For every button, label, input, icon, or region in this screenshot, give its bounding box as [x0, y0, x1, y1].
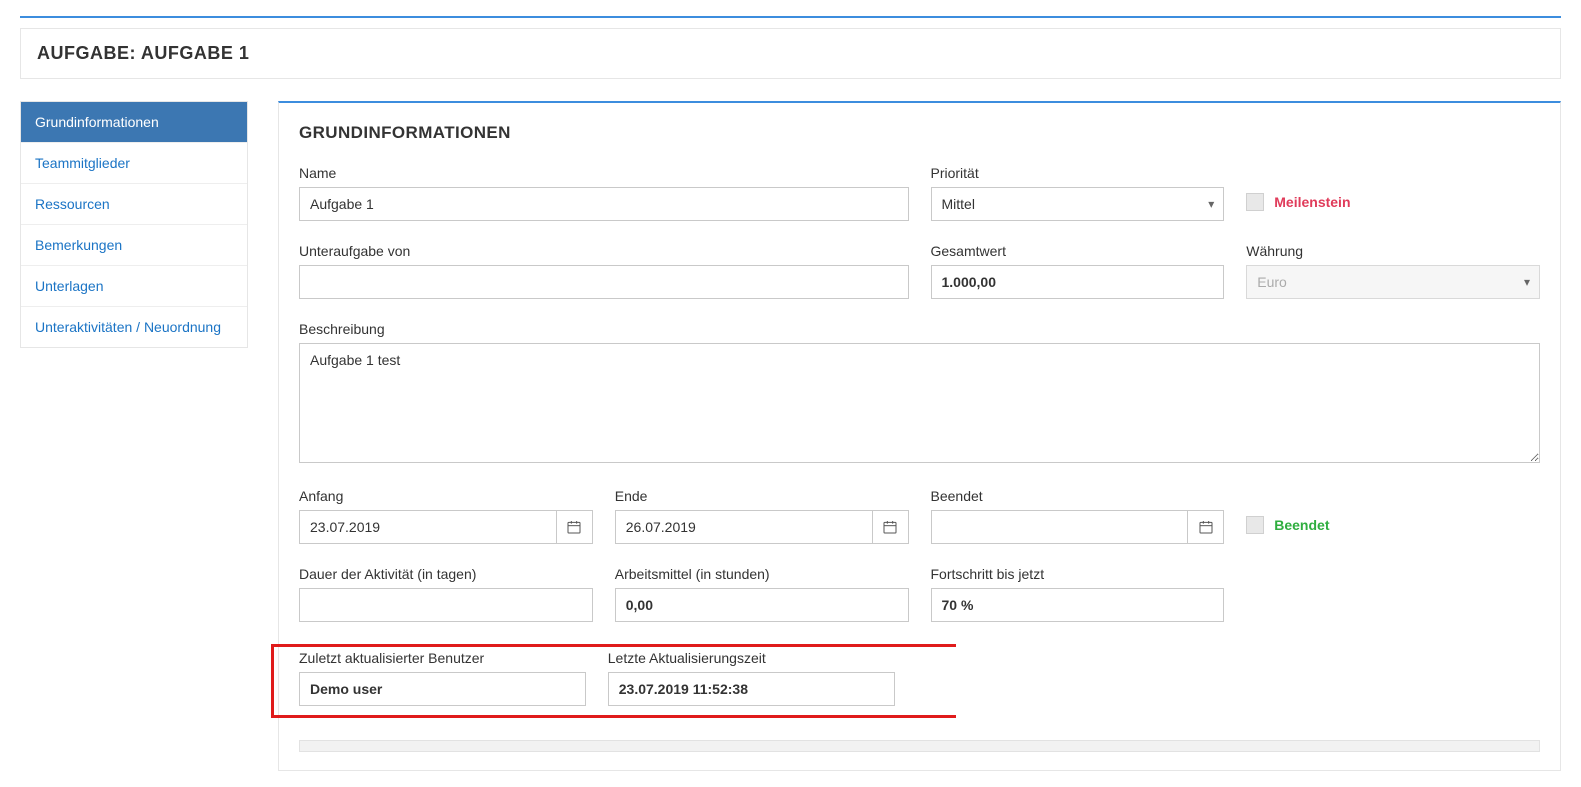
calendar-button-finished[interactable] [1188, 510, 1224, 544]
calendar-icon [566, 519, 582, 535]
highlight-last-update: Zuletzt aktualisierter Benutzer Letzte A… [271, 644, 1540, 718]
calendar-icon [882, 519, 898, 535]
sidebar-item-ressourcen[interactable]: Ressourcen [21, 184, 247, 225]
input-last-time [608, 672, 895, 706]
label-last-time: Letzte Aktualisierungszeit [608, 650, 895, 666]
label-start: Anfang [299, 488, 593, 504]
field-name: Name [299, 165, 909, 221]
input-work-hours[interactable] [615, 588, 909, 622]
sidebar-item-teammitglieder[interactable]: Teammitglieder [21, 143, 247, 184]
label-duration: Dauer der Aktivität (in tagen) [299, 566, 593, 582]
top-accent-rule [20, 16, 1561, 18]
label-subtask-of: Unteraufgabe von [299, 243, 909, 259]
finished-label: Beendet [1274, 517, 1329, 533]
section-title: GRUNDINFORMATIONEN [299, 123, 1540, 143]
select-currency: Euro [1246, 265, 1540, 299]
input-duration[interactable] [299, 588, 593, 622]
main-panel: GRUNDINFORMATIONEN Name Priorität Mittel [278, 101, 1561, 771]
input-end[interactable] [615, 510, 873, 544]
label-last-user: Zuletzt aktualisierter Benutzer [299, 650, 586, 666]
checkbox-milestone[interactable] [1246, 193, 1264, 211]
checkbox-finished[interactable] [1246, 516, 1264, 534]
field-milestone: Meilenstein [1246, 165, 1540, 221]
form-grid: Name Priorität Mittel Meilenstein [299, 165, 1540, 752]
field-finished-checkbox: Beendet [1246, 488, 1540, 544]
calendar-button-start[interactable] [557, 510, 593, 544]
field-last-user: Zuletzt aktualisierter Benutzer [299, 650, 586, 706]
sidebar-item-bemerkungen[interactable]: Bemerkungen [21, 225, 247, 266]
field-start: Anfang [299, 488, 593, 544]
page-title: AUFGABE: AUFGABE 1 [37, 43, 1544, 64]
label-description: Beschreibung [299, 321, 1540, 337]
field-total-value: Gesamtwert [931, 243, 1225, 299]
input-subtask-of[interactable] [299, 265, 909, 299]
field-description: Beschreibung [299, 321, 1540, 466]
sidebar-item-unterlagen[interactable]: Unterlagen [21, 266, 247, 307]
field-empty-spacer [1246, 566, 1540, 622]
field-work-hours: Arbeitsmittel (in stunden) [615, 566, 909, 622]
select-priority[interactable]: Mittel [931, 187, 1225, 221]
input-start[interactable] [299, 510, 557, 544]
label-end: Ende [615, 488, 909, 504]
label-currency: Währung [1246, 243, 1540, 259]
label-total-value: Gesamtwert [931, 243, 1225, 259]
label-finished-spacer [1246, 488, 1540, 504]
input-progress[interactable] [931, 588, 1225, 622]
input-name[interactable] [299, 187, 909, 221]
label-finished-date: Beendet [931, 488, 1225, 504]
input-total-value[interactable] [931, 265, 1225, 299]
label-progress: Fortschritt bis jetzt [931, 566, 1225, 582]
input-last-user [299, 672, 586, 706]
input-finished-date[interactable] [931, 510, 1189, 544]
sidebar-item-grundinformationen[interactable]: Grundinformationen [21, 102, 247, 143]
label-name: Name [299, 165, 909, 181]
field-currency: Währung Euro [1246, 243, 1540, 299]
calendar-button-end[interactable] [873, 510, 909, 544]
highlight-spacer-1 [917, 650, 1204, 706]
label-milestone-spacer [1246, 165, 1540, 181]
field-finished-date: Beendet [931, 488, 1225, 544]
bottom-bar [299, 740, 1540, 752]
sidebar-item-unteraktivitaeten[interactable]: Unteraktivitäten / Neuordnung [21, 307, 247, 347]
field-subtask-of: Unteraufgabe von [299, 243, 909, 299]
title-bar: AUFGABE: AUFGABE 1 [20, 28, 1561, 79]
calendar-icon [1198, 519, 1214, 535]
highlight-spacer-2 [1225, 650, 1512, 706]
milestone-label: Meilenstein [1274, 194, 1350, 210]
field-progress: Fortschritt bis jetzt [931, 566, 1225, 622]
field-last-time: Letzte Aktualisierungszeit [608, 650, 895, 706]
textarea-description[interactable] [299, 343, 1540, 463]
field-duration: Dauer der Aktivität (in tagen) [299, 566, 593, 622]
field-end: Ende [615, 488, 909, 544]
label-priority: Priorität [931, 165, 1225, 181]
sidebar: Grundinformationen Teammitglieder Ressou… [20, 101, 248, 348]
label-work-hours: Arbeitsmittel (in stunden) [615, 566, 909, 582]
field-priority: Priorität Mittel [931, 165, 1225, 221]
